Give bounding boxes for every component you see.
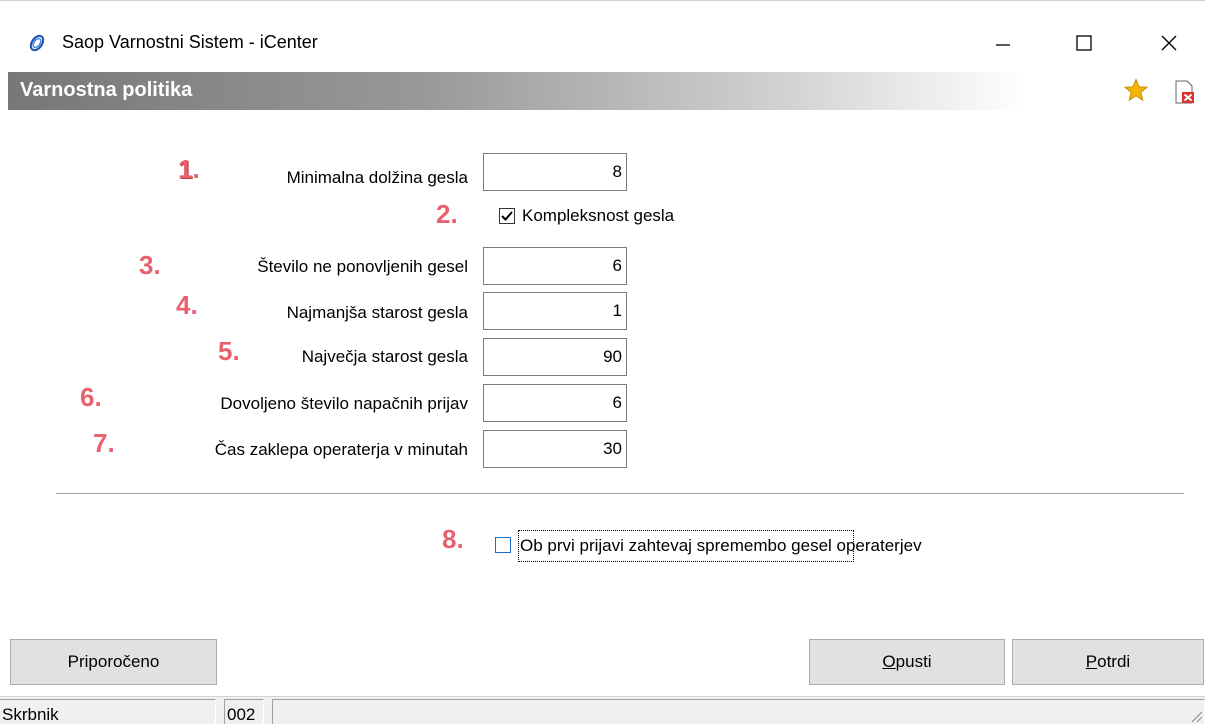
svg-text:1.: 1. (178, 154, 200, 184)
confirm-button[interactable]: Potrdi (1012, 639, 1204, 685)
min-age-label: Najmanjša starost gesla (286, 303, 468, 322)
status-user: Skrbnik (0, 699, 216, 724)
svg-text:4.: 4. (176, 290, 198, 320)
status-code: 002 (224, 699, 264, 724)
first-login-change-label[interactable]: Ob prvi prijavi zahtevaj spremembo gesel… (520, 536, 922, 556)
cancel-button-label: pusti (895, 652, 932, 671)
step-badge-7: 7. (93, 428, 115, 458)
cancel-button[interactable]: Opusti (809, 639, 1005, 685)
svg-text:2.: 2. (436, 199, 458, 229)
min-age-input[interactable]: 1 (483, 292, 627, 330)
svg-text:3.: 3. (139, 250, 161, 280)
minimize-icon (996, 44, 1010, 46)
failed-logins-label: Dovoljeno število napačnih prijav (220, 394, 468, 413)
minimize-button[interactable] (980, 23, 1026, 63)
max-age-input[interactable]: 90 (483, 338, 627, 376)
window-title: Saop Varnostni Sistem - iCenter (62, 32, 318, 52)
lockout-time-input[interactable]: 30 (483, 430, 627, 468)
lockout-time-label: Čas zaklepa operaterja v minutah (214, 440, 468, 459)
svg-text:8.: 8. (442, 524, 464, 554)
checkmark-icon (501, 211, 513, 221)
step-badge-8: 8. (442, 524, 464, 554)
history-count-input[interactable]: 6 (483, 247, 627, 285)
status-message (272, 699, 1205, 724)
close-button[interactable] (1146, 23, 1192, 63)
maximize-button[interactable] (1061, 23, 1107, 63)
svg-text:6.: 6. (80, 382, 102, 412)
recommended-button[interactable]: Priporočeno (10, 639, 217, 685)
step-badge-5: 5. (218, 336, 240, 366)
step-badge-6: 6. (80, 382, 102, 412)
svg-text:7.: 7. (93, 428, 115, 458)
history-count-label: Število ne ponovljenih gesel (257, 257, 468, 276)
app-logo-icon (29, 34, 45, 52)
resize-grip-icon[interactable] (1189, 709, 1203, 723)
min-length-input[interactable]: 8 (483, 153, 627, 191)
section-title: Varnostna politika (20, 79, 193, 101)
section-header: Varnostna politika (8, 72, 1205, 110)
status-bar: Skrbnik 002 (0, 696, 1205, 724)
svg-text:5.: 5. (218, 336, 240, 366)
confirm-accelerator: P (1085, 652, 1098, 671)
max-age-label: Največja starost gesla (301, 347, 468, 366)
failed-logins-input[interactable]: 6 (483, 384, 627, 422)
step-badge-4: 4. (176, 290, 198, 320)
close-document-icon[interactable] (1174, 80, 1196, 104)
complexity-checkbox[interactable] (499, 208, 515, 224)
step-badge-2: 2. (436, 199, 458, 229)
recommended-button-label: Priporočeno (67, 652, 160, 671)
form-divider (56, 493, 1184, 494)
maximize-icon (1076, 35, 1092, 51)
close-icon (1161, 35, 1177, 51)
min-length-label: Minimalna dolžina gesla (286, 168, 468, 187)
step-badge-1: 11. (178, 154, 200, 185)
favorite-star-icon[interactable] (1124, 78, 1148, 102)
confirm-button-label: otrdi (1097, 652, 1131, 671)
first-login-change-checkbox[interactable] (495, 537, 511, 553)
complexity-label[interactable]: Kompleksnost gesla (522, 206, 674, 226)
cancel-accelerator: O (882, 652, 896, 671)
window-titlebar: Saop Varnostni Sistem - iCenter (0, 0, 1205, 70)
step-badge-3: 3. (139, 250, 161, 280)
